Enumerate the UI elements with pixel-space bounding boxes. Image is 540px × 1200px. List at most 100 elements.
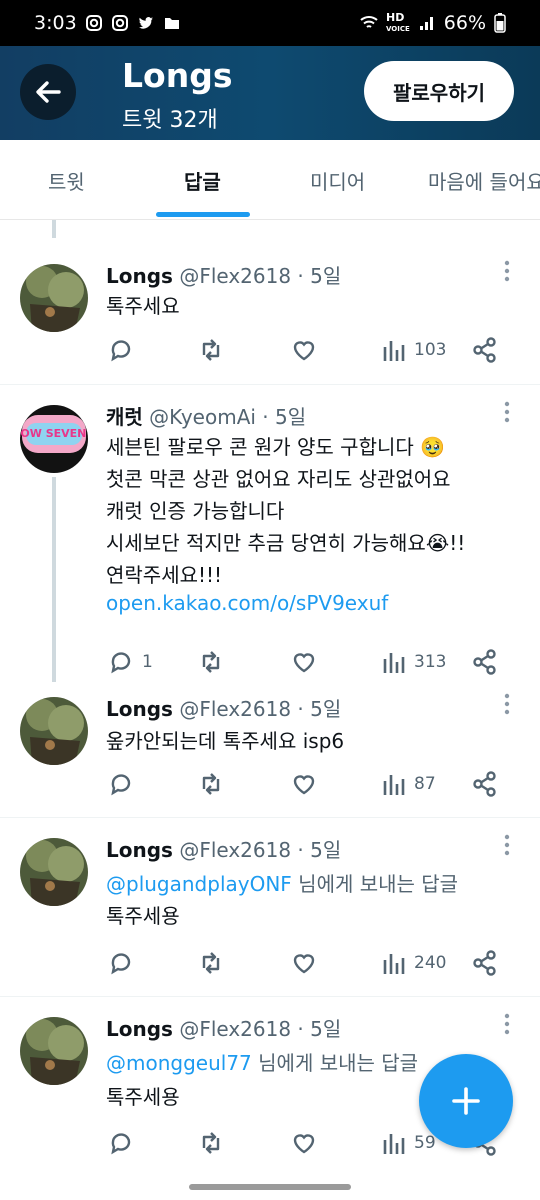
heart-icon [293, 653, 315, 673]
reply-icon [111, 953, 131, 975]
tweet[interactable]: FOLLOW SEVENTEEN 캐럿 @KyeomAi · 5일 세븐틴 팔로… [0, 385, 540, 682]
tweet-actions: 87 [106, 769, 506, 799]
views-button[interactable]: 87 [382, 769, 436, 799]
retweet-button[interactable] [196, 769, 232, 799]
tweet-text-line: 연락주세요!!! [106, 563, 223, 587]
more-options-icon[interactable] [504, 693, 510, 715]
tweet-link[interactable]: open.kakao.com/o/sPV9exuf [106, 591, 388, 615]
retweet-button[interactable] [196, 647, 232, 677]
reply-button[interactable]: 1 [106, 647, 153, 677]
active-tab-indicator [156, 212, 250, 217]
compose-tweet-button[interactable] [419, 1054, 513, 1148]
views-icon [383, 1134, 405, 1154]
tweet[interactable]: Longs @Flex2618 · 5일 톡주세요 103 [0, 220, 540, 384]
reply-context-suffix: 님에게 보내는 답글 [291, 872, 459, 896]
home-indicator[interactable] [189, 1184, 351, 1190]
reply-icon [111, 1133, 131, 1155]
tweet-text: 톡주세요 [106, 294, 180, 318]
avatar[interactable] [20, 1017, 88, 1085]
more-options-icon[interactable] [504, 834, 510, 856]
battery-percent: 66% [443, 12, 486, 34]
tweet[interactable]: Longs @Flex2618 · 5일 옾카안되는데 톡주세요 isp6 87 [0, 675, 540, 817]
author-name[interactable]: Longs [106, 697, 173, 721]
view-count: 103 [414, 340, 447, 360]
author-handle-time: @KyeomAi · 5일 [149, 405, 307, 429]
plus-icon [452, 1087, 480, 1115]
views-button[interactable]: 313 [382, 647, 446, 677]
twitter-bird-icon [138, 17, 153, 29]
like-button[interactable] [289, 769, 325, 799]
tweet-text-line: 첫콘 막콘 상관 없어요 자리도 상관없어요 [106, 467, 451, 491]
view-count: 240 [414, 953, 447, 973]
reply-button[interactable] [106, 769, 142, 799]
like-button[interactable] [289, 335, 325, 365]
reply-to-mention[interactable]: @plugandplayONF [106, 872, 292, 896]
tab-tweets[interactable]: 트윗 [48, 140, 85, 220]
follow-button[interactable]: 팔로우하기 [364, 61, 514, 121]
avatar[interactable] [20, 264, 88, 332]
tweet[interactable]: Longs @Flex2618 · 5일 @plugandplayONF 님에게… [0, 818, 540, 996]
avatar[interactable]: FOLLOW SEVENTEEN [20, 405, 88, 473]
author-name[interactable]: Longs [106, 838, 173, 862]
tab-media[interactable]: 미디어 [310, 140, 365, 220]
profile-header: Longs 트윗 32개 팔로우하기 [0, 46, 540, 140]
avatar-text: FOLLOW SEVENTEEN [20, 427, 88, 440]
share-icon [473, 771, 496, 797]
page-title: Longs [122, 56, 233, 95]
reply-icon [111, 652, 131, 674]
avatar[interactable] [20, 838, 88, 906]
tweet-actions: 240 [106, 948, 506, 978]
reply-count: 1 [142, 652, 153, 672]
author-name[interactable]: 캐럿 [106, 405, 143, 429]
profile-tabs: 트윗 답글 미디어 마음에 들어요 [0, 140, 540, 220]
tweet-text: 톡주세용 [106, 904, 180, 928]
status-bar: 3:03 HD VOICE 66% [0, 0, 540, 46]
views-icon [383, 954, 405, 974]
views-icon [383, 653, 405, 673]
tweet-text-line: 시세보단 적지만 추금 당연히 가능해요😭!! [106, 531, 466, 555]
retweet-button[interactable] [196, 335, 232, 365]
like-button[interactable] [289, 1128, 325, 1158]
retweet-icon [202, 339, 220, 361]
tweet-feed[interactable]: Longs @Flex2618 · 5일 톡주세요 103 OW SEVEN 캐… [0, 220, 540, 1200]
arrow-left-icon [36, 81, 61, 103]
author-name[interactable]: Longs [106, 1017, 173, 1041]
retweet-button[interactable] [196, 1128, 232, 1158]
views-button[interactable]: 240 [382, 948, 446, 978]
share-button[interactable] [470, 647, 500, 677]
more-options-icon[interactable] [504, 401, 510, 423]
reply-icon [111, 340, 131, 362]
heart-icon [293, 954, 315, 974]
author-handle-time: @Flex2618 · 5일 [179, 264, 342, 288]
reply-context-suffix: 님에게 보내는 답글 [251, 1051, 419, 1075]
reply-context: @monggeul77 님에게 보내는 답글 [106, 1047, 418, 1076]
tweet-text-line: 캐럿 인증 가능합니다 [106, 499, 285, 523]
wifi-icon [360, 16, 378, 28]
share-icon [473, 337, 496, 363]
instagram-icon [85, 15, 102, 31]
views-button[interactable]: 59 [382, 1128, 436, 1158]
more-options-icon[interactable] [504, 1013, 510, 1035]
share-button[interactable] [470, 769, 500, 799]
share-button[interactable] [470, 948, 500, 978]
like-button[interactable] [289, 647, 325, 677]
avatar[interactable] [20, 697, 88, 765]
retweet-icon [202, 952, 220, 974]
instagram-icon [111, 15, 128, 31]
like-button[interactable] [289, 948, 325, 978]
tab-likes[interactable]: 마음에 들어요 [428, 140, 540, 220]
tweet-actions: 1 313 [106, 647, 506, 677]
view-count: 59 [414, 1133, 436, 1153]
back-button[interactable] [20, 64, 76, 120]
author-name[interactable]: Longs [106, 264, 173, 288]
retweet-button[interactable] [196, 948, 232, 978]
reply-button[interactable] [106, 1128, 142, 1158]
reply-button[interactable] [106, 948, 142, 978]
reply-to-mention[interactable]: @monggeul77 [106, 1051, 252, 1075]
share-button[interactable] [470, 335, 500, 365]
reply-button[interactable] [106, 335, 142, 365]
heart-icon [293, 1134, 315, 1154]
more-options-icon[interactable] [504, 260, 510, 282]
tab-replies[interactable]: 답글 [184, 140, 221, 220]
views-button[interactable]: 103 [382, 335, 446, 365]
